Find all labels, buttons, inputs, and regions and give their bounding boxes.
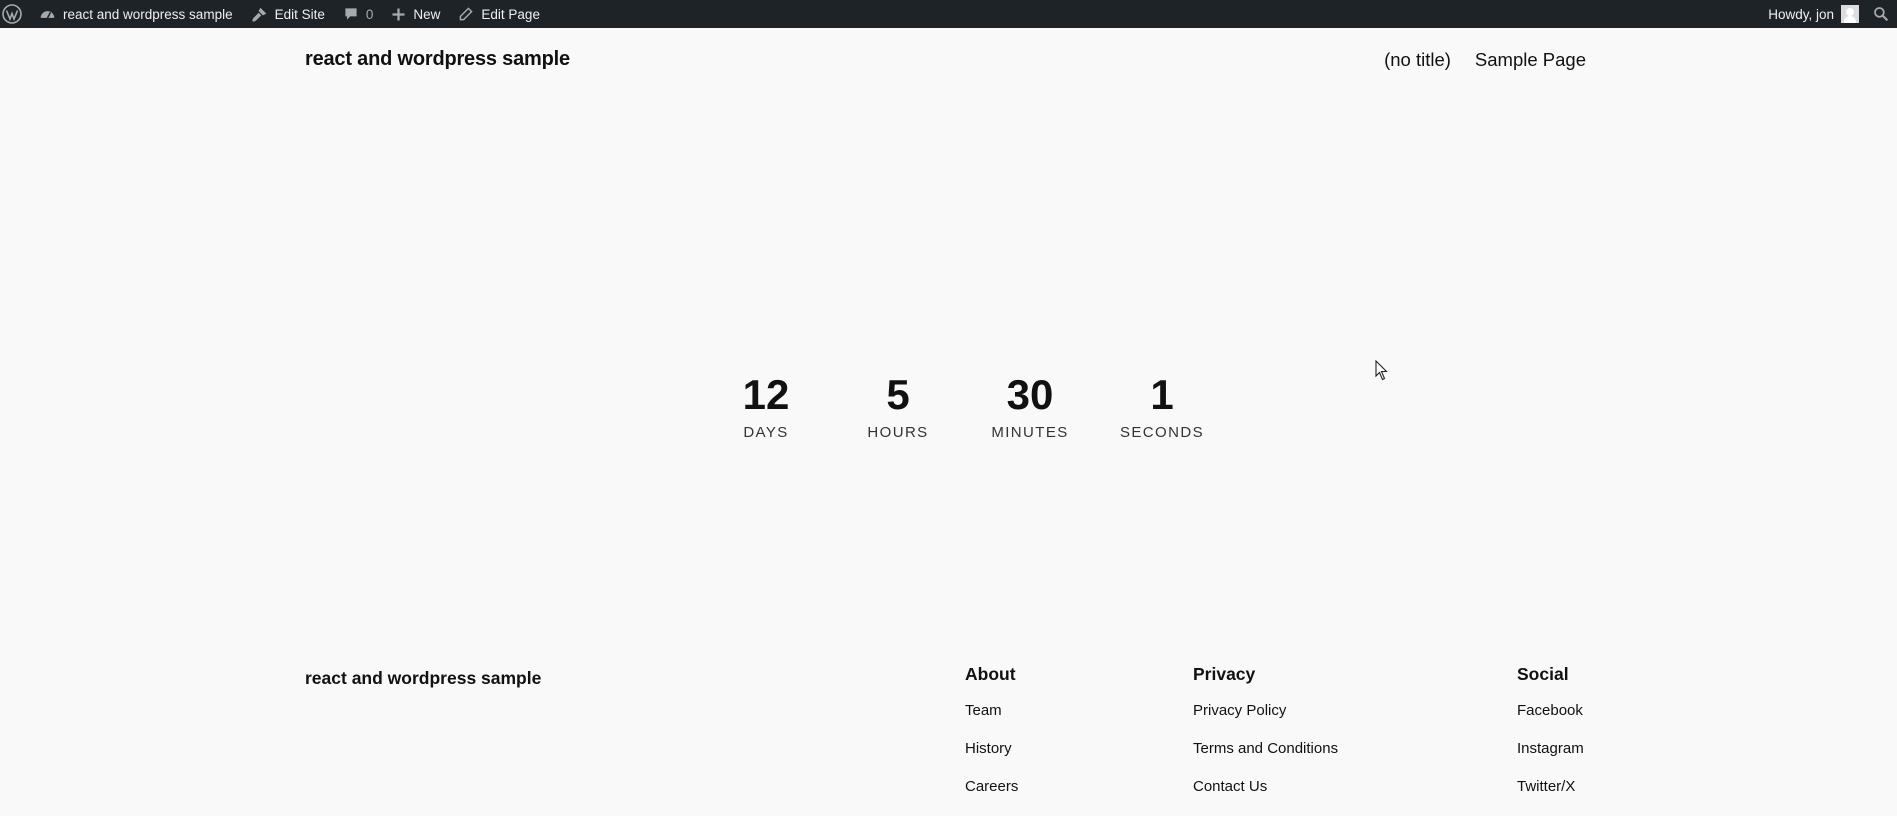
avatar bbox=[1841, 5, 1859, 23]
edit-site-button[interactable]: Edit Site bbox=[242, 0, 334, 28]
footer-column-about: About Team History Careers bbox=[965, 664, 1018, 816]
footer-link-history[interactable]: History bbox=[965, 740, 1018, 757]
countdown-minutes: 30 MINUTES bbox=[964, 370, 1096, 441]
countdown-days: 12 DAYS bbox=[700, 370, 832, 441]
primary-nav: (no title) Sample Page bbox=[1384, 49, 1586, 71]
countdown-seconds-value: 1 bbox=[1150, 371, 1174, 418]
plus-icon bbox=[392, 8, 405, 20]
comment-bubble-icon bbox=[345, 8, 357, 20]
search-icon bbox=[1874, 7, 1889, 22]
edit-site-label: Edit Site bbox=[274, 6, 325, 22]
brush-icon bbox=[252, 7, 266, 22]
footer-link-privacy-policy[interactable]: Privacy Policy bbox=[1193, 702, 1338, 719]
footer-heading-privacy: Privacy bbox=[1193, 664, 1256, 684]
footer-site-title[interactable]: react and wordpress sample bbox=[305, 668, 541, 689]
footer-link-instagram[interactable]: Instagram bbox=[1517, 740, 1584, 757]
countdown-minutes-label: MINUTES bbox=[991, 424, 1069, 441]
footer-heading-social: Social bbox=[1517, 664, 1569, 684]
countdown-seconds: 1 SECONDS bbox=[1096, 370, 1228, 441]
countdown-timer: 12 DAYS 5 HOURS 30 MINUTES 1 SECONDS bbox=[700, 370, 1228, 441]
footer-column-social: Social Facebook Instagram Twitter/X bbox=[1517, 664, 1584, 816]
countdown-hours: 5 HOURS bbox=[832, 370, 964, 441]
comments-button[interactable]: 0 bbox=[334, 0, 383, 28]
admin-bar: react and wordpress sample Edit Site 0 N… bbox=[0, 0, 1897, 28]
footer-link-contact[interactable]: Contact Us bbox=[1193, 778, 1338, 795]
wordpress-logo-button[interactable] bbox=[0, 0, 30, 28]
dashboard-icon bbox=[40, 10, 55, 18]
countdown-days-value: 12 bbox=[742, 371, 790, 418]
nav-item-sample-page[interactable]: Sample Page bbox=[1475, 49, 1586, 71]
new-label: New bbox=[413, 6, 441, 22]
admin-bar-left: react and wordpress sample Edit Site 0 N… bbox=[0, 0, 549, 28]
footer-link-careers[interactable]: Careers bbox=[965, 778, 1018, 795]
howdy-label: Howdy, jon bbox=[1768, 6, 1834, 22]
countdown-seconds-label: SECONDS bbox=[1120, 424, 1204, 441]
comments-count: 0 bbox=[365, 6, 374, 22]
account-menu[interactable]: Howdy, jon bbox=[1760, 0, 1867, 28]
nav-item-no-title[interactable]: (no title) bbox=[1384, 49, 1451, 71]
footer-link-facebook[interactable]: Facebook bbox=[1517, 702, 1584, 719]
site-header: react and wordpress sample (no title) Sa… bbox=[305, 48, 1586, 71]
countdown-hours-value: 5 bbox=[886, 371, 910, 418]
site-name-label: react and wordpress sample bbox=[63, 6, 233, 22]
site-name-menu[interactable]: react and wordpress sample bbox=[30, 0, 242, 28]
footer-column-privacy: Privacy Privacy Policy Terms and Conditi… bbox=[1193, 664, 1338, 816]
admin-bar-right: Howdy, jon bbox=[1760, 0, 1897, 28]
admin-search-button[interactable] bbox=[1867, 0, 1897, 28]
edit-page-label: Edit Page bbox=[481, 6, 540, 22]
edit-page-button[interactable]: Edit Page bbox=[449, 0, 549, 28]
new-content-button[interactable]: New bbox=[382, 0, 449, 28]
countdown-hours-label: HOURS bbox=[867, 424, 929, 441]
footer-link-team[interactable]: Team bbox=[965, 702, 1018, 719]
footer-link-terms[interactable]: Terms and Conditions bbox=[1193, 740, 1338, 757]
countdown-minutes-value: 30 bbox=[1006, 371, 1054, 418]
pencil-icon bbox=[460, 7, 474, 21]
site-title[interactable]: react and wordpress sample bbox=[305, 48, 570, 71]
footer-heading-about: About bbox=[965, 664, 1016, 684]
footer-link-twitter[interactable]: Twitter/X bbox=[1517, 778, 1584, 795]
mouse-cursor-icon bbox=[1375, 360, 1388, 381]
countdown-days-label: DAYS bbox=[743, 424, 789, 441]
wordpress-logo-icon bbox=[2, 4, 22, 24]
site-footer: react and wordpress sample About Team Hi… bbox=[305, 664, 1586, 816]
